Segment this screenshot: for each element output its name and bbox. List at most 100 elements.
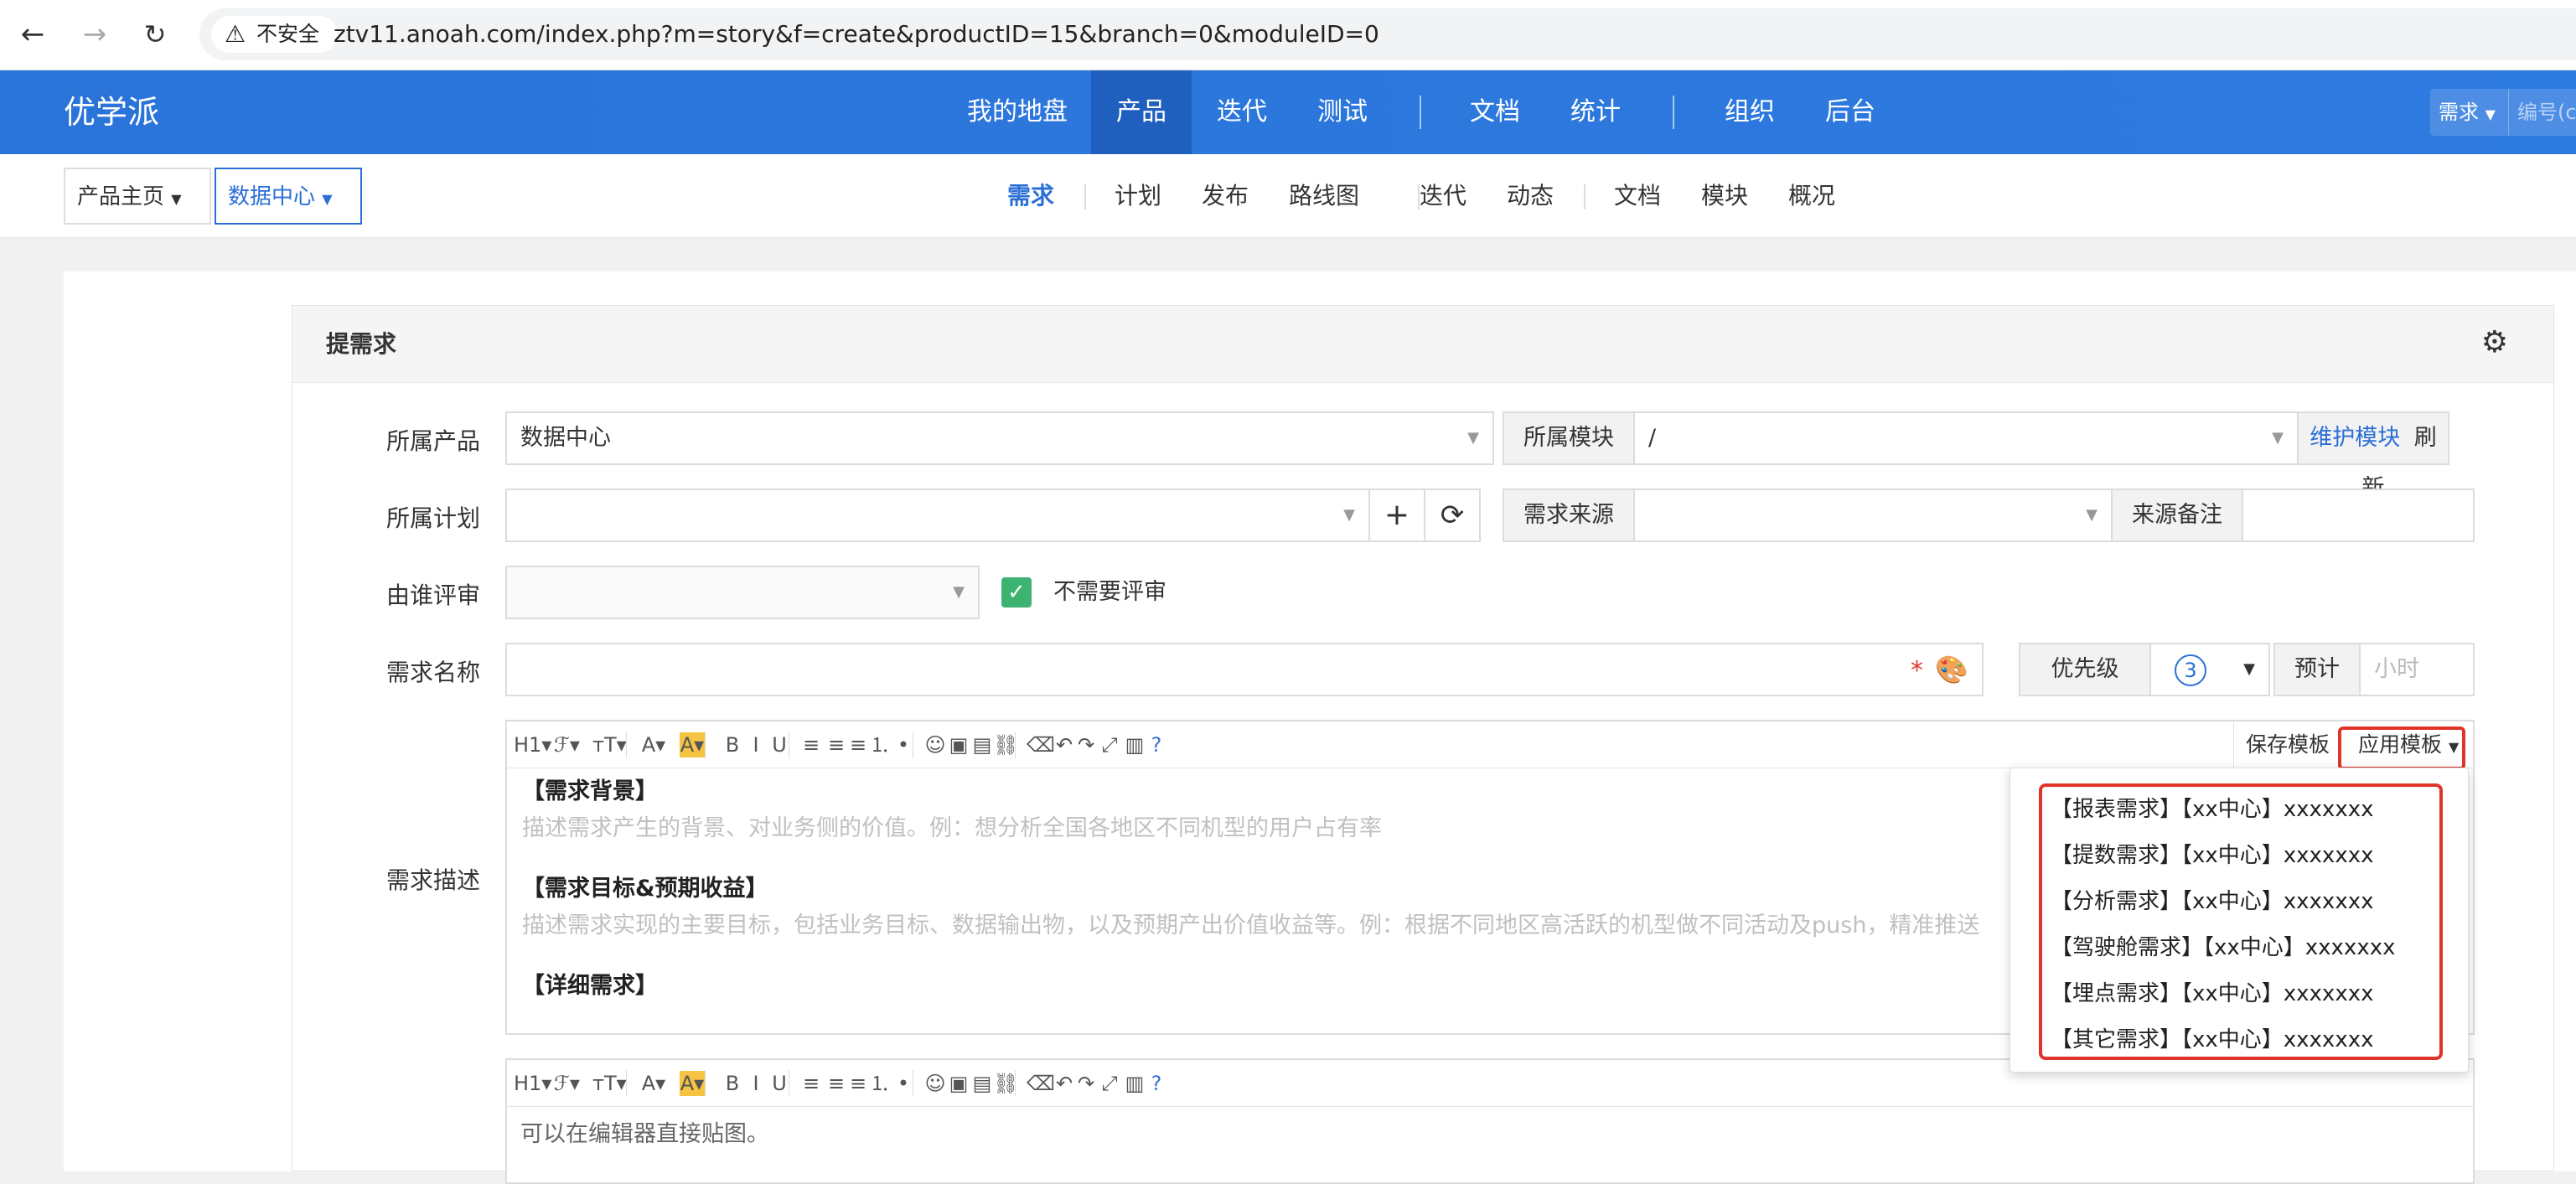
highlight-icon[interactable]: A▾: [680, 732, 705, 757]
caret-down-icon: ▼: [171, 191, 182, 207]
template-item[interactable]: 【提数需求】【xx中心】xxxxxxx: [2051, 838, 2373, 869]
template-item[interactable]: 【分析需求】【xx中心】xxxxxxx: [2051, 884, 2373, 915]
template-item[interactable]: 【报表需求】【xx中心】xxxxxxx: [2051, 792, 2373, 823]
subnav-roadmap[interactable]: 路线图: [1289, 154, 1359, 238]
no-review-label: 不需要评审: [1053, 579, 1166, 605]
source-note-input[interactable]: [2242, 489, 2475, 542]
nav-product[interactable]: 产品: [1091, 70, 1192, 154]
font-size-icon[interactable]: тT▾: [592, 721, 627, 768]
gear-icon[interactable]: ⚙: [2481, 326, 2508, 359]
italic-icon[interactable]: I: [743, 1060, 768, 1107]
save-template-button[interactable]: 保存模板: [2246, 721, 2330, 768]
nav-my-space[interactable]: 我的地盘: [950, 70, 1084, 154]
eraser-icon[interactable]: ⌫: [1027, 721, 1055, 768]
font-color-icon[interactable]: A▾: [641, 1060, 666, 1107]
align-left-icon[interactable]: ≡: [799, 1060, 824, 1107]
add-plan-button[interactable]: +: [1368, 489, 1425, 542]
font-color-icon[interactable]: A▾: [641, 721, 666, 768]
caret-down-icon: ▼: [2243, 660, 2255, 678]
template-item[interactable]: 【其它需求】【xx中心】xxxxxxx: [2051, 1022, 2373, 1053]
template-list-highlight: 【报表需求】【xx中心】xxxxxxx 【提数需求】【xx中心】xxxxxxx …: [2039, 783, 2443, 1060]
reload-icon[interactable]: ↻: [134, 13, 176, 55]
crumb-product-home[interactable]: 产品主页 ▼: [64, 168, 211, 225]
security-indicator[interactable]: ⚠ 不安全: [211, 16, 339, 53]
help-icon[interactable]: ?: [1144, 721, 1169, 768]
global-search[interactable]: 需求 ▼ 编号(ct: [2430, 89, 2576, 136]
refresh-plan-button[interactable]: ⟳: [1424, 489, 1481, 542]
editor-toolbar: 保存模板 应用模板 ▼ H1▾ ℱ▾ тT▾ A▾ A▾ B I U ≡ ≡ ≡ ⒈ • ☺ ▣ ▤ ⛓ ⌫ ↶ ↷ ⤢…: [507, 721, 2473, 768]
address-bar[interactable]: ⚠ 不安全 ztv11.anoah.com/index.php?m=story&…: [199, 8, 2576, 60]
template-dropdown-menu: 【报表需求】【xx中心】xxxxxxx 【提数需求】【xx中心】xxxxxxx …: [2010, 768, 2469, 1073]
subnav-dynamics[interactable]: 动态: [1507, 154, 1554, 238]
priority-select[interactable]: 3 ▼: [2149, 643, 2270, 696]
toolbar-divider: [1015, 1070, 1016, 1097]
nav-org[interactable]: 组织: [1701, 70, 1798, 154]
color-palette-icon[interactable]: 🎨: [1935, 644, 1968, 695]
plan-select[interactable]: ▼: [505, 489, 1370, 542]
caret-down-icon: ▼: [2272, 429, 2284, 447]
help-icon[interactable]: ?: [1144, 1060, 1169, 1107]
source-select[interactable]: ▼: [1633, 489, 2113, 542]
subnav-plan[interactable]: 计划: [1115, 154, 1161, 238]
nav-admin[interactable]: 后台: [1802, 70, 1899, 154]
page-title: 提需求: [326, 330, 397, 358]
subnav-release[interactable]: 发布: [1202, 154, 1249, 238]
nav-doc[interactable]: 文档: [1446, 70, 1544, 154]
reviewer-select[interactable]: ▼: [505, 566, 980, 619]
toolbar-divider: [626, 1070, 627, 1097]
align-left-icon[interactable]: ≡: [799, 721, 824, 768]
highlight-icon[interactable]: A▾: [680, 1071, 705, 1096]
module-select[interactable]: / ▼: [1633, 411, 2299, 465]
subnav-iteration[interactable]: 迭代: [1420, 154, 1466, 238]
story-name-input[interactable]: * 🎨: [505, 643, 1984, 696]
image-icon[interactable]: ▣: [946, 1060, 971, 1107]
fullscreen-icon[interactable]: ⤢: [1097, 1060, 1122, 1107]
image-icon[interactable]: ▣: [946, 721, 971, 768]
heading-icon[interactable]: H1▾: [514, 1060, 551, 1107]
redo-icon[interactable]: ↷: [1073, 721, 1099, 768]
no-review-checkbox[interactable]: ✓: [1001, 577, 1032, 608]
subnav-module[interactable]: 模块: [1701, 154, 1748, 238]
template-item[interactable]: 【驾驶舱需求】【xx中心】xxxxxxx: [2051, 930, 2395, 961]
search-input[interactable]: 编号(ct: [2517, 89, 2576, 136]
redo-icon[interactable]: ↷: [1073, 1060, 1099, 1107]
search-type-select[interactable]: 需求 ▼: [2430, 89, 2509, 136]
maintain-module-link[interactable]: 维护模块: [2310, 425, 2400, 451]
bold-icon[interactable]: B: [720, 1060, 745, 1107]
source-note-label: 来源备注: [2111, 489, 2243, 542]
font-family-icon[interactable]: ℱ▾: [554, 721, 580, 768]
emoji-icon[interactable]: ☺: [923, 721, 948, 768]
subnav-doc[interactable]: 文档: [1614, 154, 1661, 238]
subnav-divider: [1584, 184, 1585, 209]
ordered-list-icon[interactable]: ⒈: [867, 1060, 892, 1107]
font-family-icon[interactable]: ℱ▾: [554, 1060, 580, 1107]
heading-icon[interactable]: H1▾: [514, 721, 551, 768]
subnav-story[interactable]: 需求: [1007, 154, 1054, 238]
italic-icon[interactable]: I: [743, 721, 768, 768]
emoji-icon[interactable]: ☺: [923, 1060, 948, 1107]
ordered-list-icon[interactable]: ⒈: [867, 721, 892, 768]
bold-icon[interactable]: B: [720, 721, 745, 768]
plan-label: 所属计划: [385, 504, 480, 532]
editor-hint: 可以在编辑器直接贴图。: [520, 1121, 769, 1147]
fullscreen-icon[interactable]: ⤢: [1097, 721, 1122, 768]
eraser-icon[interactable]: ⌫: [1027, 1060, 1055, 1107]
brand-logo[interactable]: 优学派: [64, 70, 159, 154]
table-icon[interactable]: ▤: [970, 721, 995, 768]
caret-down-icon: ▼: [953, 583, 965, 601]
nav-stats[interactable]: 统计: [1547, 70, 1644, 154]
crumb-data-center[interactable]: 数据中心 ▼: [215, 168, 362, 225]
subnav-overview[interactable]: 概况: [1788, 154, 1835, 238]
product-select[interactable]: 数据中心 ▼: [505, 411, 1494, 465]
nav-test[interactable]: 测试: [1294, 70, 1391, 154]
back-icon[interactable]: ←: [12, 13, 54, 55]
table-icon[interactable]: ▤: [970, 1060, 995, 1107]
nav-iteration[interactable]: 迭代: [1193, 70, 1291, 154]
url-text[interactable]: ztv11.anoah.com/index.php?m=story&f=crea…: [334, 8, 1379, 60]
template-item[interactable]: 【埋点需求】【xx中心】xxxxxxx: [2051, 976, 2373, 1007]
acceptance-editor[interactable]: H1▾ ℱ▾ тT▾ A▾ A▾ B I U ≡ ≡ ≡ ⒈ • ☺ ▣ ▤ ⛓ ⌫ ↶ ↷ ⤢ ▥? 可以在编辑器直接贴…: [505, 1058, 2475, 1184]
estimate-input[interactable]: 小时: [2359, 643, 2475, 696]
sub-header: 产品主页 ▼ 数据中心 ▼ 需求 计划 发布 路线图 迭代 动态 文档 模块 概…: [0, 154, 2576, 238]
forward-icon[interactable]: →: [74, 13, 116, 55]
font-size-icon[interactable]: тT▾: [592, 1060, 627, 1107]
